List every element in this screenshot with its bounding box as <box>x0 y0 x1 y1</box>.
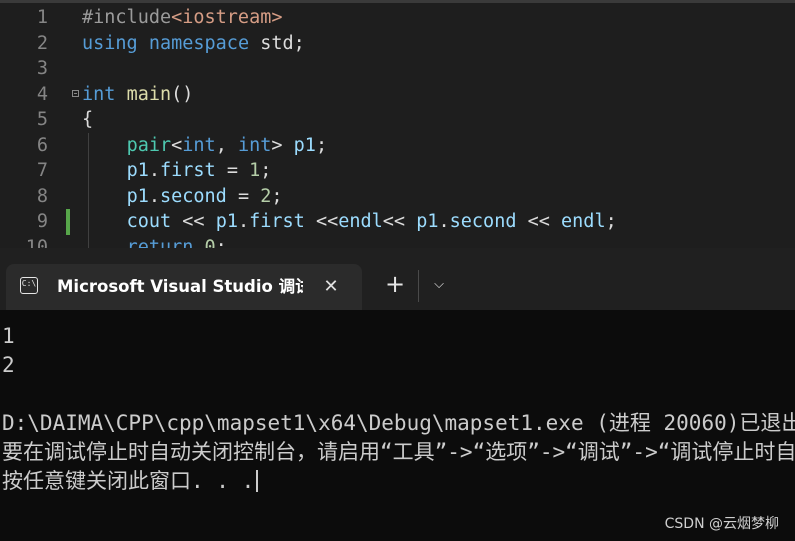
code-line[interactable]: 7 p1.first = 1; <box>0 158 795 184</box>
console-line: 1 <box>2 324 15 348</box>
code-token: second <box>159 185 227 207</box>
code-text: p1.second = 2; <box>82 184 283 210</box>
line-number: 9 <box>36 211 48 232</box>
console-icon: C:\ <box>20 277 38 294</box>
code-token: () <box>171 83 194 105</box>
code-token: , <box>215 134 238 156</box>
code-token: first <box>159 160 216 181</box>
code-line[interactable]: 9 cout << p1.first <<endl<< p1.second <<… <box>0 209 795 235</box>
code-line[interactable]: 5{ <box>0 107 795 133</box>
code-token: << <box>304 211 339 232</box>
code-token: <iostream> <box>171 7 283 28</box>
code-token: { <box>82 109 94 130</box>
code-token: = <box>215 160 250 181</box>
line-number: 2 <box>36 32 48 54</box>
code-text: return 0; <box>82 235 227 249</box>
code-token: return <box>126 236 194 249</box>
code-token: . <box>237 211 250 232</box>
code-token: ; <box>215 236 227 249</box>
code-token: 2 <box>260 185 272 207</box>
code-token: pair <box>126 134 172 156</box>
line-number: 1 <box>36 7 48 28</box>
code-token: endl <box>561 211 606 232</box>
code-token: namespace <box>148 32 250 54</box>
code-token: < <box>171 134 183 156</box>
line-number: 8 <box>36 185 48 207</box>
code-token: > <box>271 134 294 156</box>
code-token: main <box>126 83 172 105</box>
code-token: ; <box>315 134 328 156</box>
code-token: p1 <box>126 160 149 181</box>
code-token: #include <box>82 7 172 28</box>
terminal-tab[interactable]: C:\ Microsoft Visual Studio 调试控制台 ✕ <box>6 264 362 310</box>
code-token: ; <box>605 211 617 232</box>
console-output[interactable]: 1 2 D:\DAIMA\CPP\cpp\mapset1\x64\Debug\m… <box>0 310 795 541</box>
code-token: . <box>438 211 450 232</box>
text-cursor <box>256 470 259 492</box>
code-token: 0 <box>204 236 216 249</box>
console-line: 按任意键关闭此窗口. . . <box>2 468 259 494</box>
code-token: std; <box>249 32 305 54</box>
code-token: 1 <box>249 160 261 181</box>
code-token: p1 <box>126 185 149 207</box>
code-line[interactable]: 1 #include<iostream> <box>0 5 795 31</box>
code-token: endl <box>338 211 383 232</box>
code-line[interactable]: 6 pair<int, int> p1; <box>0 133 795 159</box>
line-number: 6 <box>36 134 48 156</box>
code-text: #include<iostream> <box>82 5 283 31</box>
terminal-tab-bar: C:\ Microsoft Visual Studio 调试控制台 ✕ + ⌵ <box>0 248 795 310</box>
code-token: ; <box>271 185 283 207</box>
code-token: int <box>237 134 272 156</box>
code-token: first <box>249 211 305 232</box>
code-editor[interactable]: 1 #include<iostream> 2 using namespace std;… <box>0 0 795 248</box>
code-line[interactable]: 8 p1.second = 2; <box>0 184 795 210</box>
indent-guide <box>88 132 89 248</box>
code-token: using <box>82 32 138 54</box>
code-token: . <box>148 160 160 181</box>
code-token: << <box>516 211 562 232</box>
watermark: CSDN @云烟梦柳 <box>664 516 779 532</box>
line-number: 7 <box>36 160 48 181</box>
code-text: using namespace std; <box>82 31 305 57</box>
code-text: cout << p1.first <<endl<< p1.second << e… <box>82 209 617 235</box>
collapse-icon[interactable] <box>72 89 79 97</box>
code-token: second <box>449 211 517 232</box>
close-icon[interactable]: ✕ <box>318 274 344 300</box>
code-token: cout <box>126 211 172 232</box>
code-text: { <box>82 107 93 133</box>
line-number: 3 <box>36 58 48 79</box>
console-line: 2 <box>2 353 15 377</box>
new-tab-button[interactable]: + <box>378 270 412 300</box>
tab-title: Microsoft Visual Studio 调试控制台 <box>57 277 303 296</box>
code-text: p1.first = 1; <box>82 158 272 184</box>
code-line[interactable]: 2 using namespace std; <box>0 31 795 57</box>
code-token: int <box>182 134 216 156</box>
console-line: D:\DAIMA\CPP\cpp\mapset1\x64\Debug\mapse… <box>2 411 795 435</box>
change-indicator <box>66 209 70 235</box>
code-token: . <box>148 185 160 207</box>
code-line[interactable]: 10 return 0; <box>0 235 795 249</box>
code-token: int <box>82 83 116 105</box>
code-token: p1 <box>293 134 316 156</box>
code-token: p1 <box>215 211 238 232</box>
code-token: << <box>382 211 417 232</box>
code-token: << <box>171 211 216 232</box>
code-text: pair<int, int> p1; <box>82 133 328 159</box>
console-line: 要在调试停止时自动关闭控制台，请启用“工具”->“选项”->“调试”->“调试停… <box>2 440 795 464</box>
console-line-text: 按任意键关闭此窗口. . . <box>2 469 255 493</box>
code-line[interactable]: 4 int main() <box>0 82 795 108</box>
code-token: p1 <box>416 211 439 232</box>
line-number: 10 <box>25 236 48 249</box>
line-number: 4 <box>36 83 48 105</box>
chevron-down-icon[interactable]: ⌵ <box>426 270 452 300</box>
code-token: = <box>226 185 261 207</box>
line-number: 5 <box>36 109 48 130</box>
code-line[interactable]: 3 <box>0 56 795 82</box>
code-token: ; <box>260 160 272 181</box>
tab-divider <box>418 270 419 302</box>
code-text: int main() <box>82 82 193 108</box>
